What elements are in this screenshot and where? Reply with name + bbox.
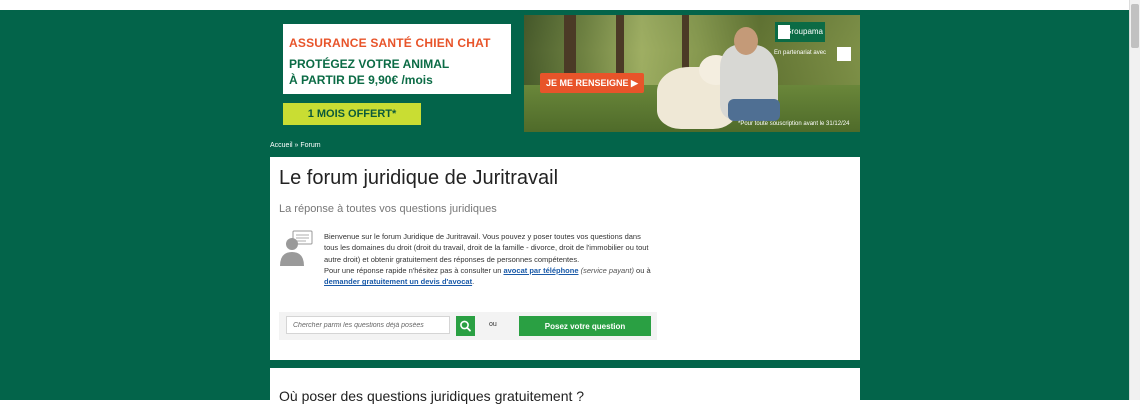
intro-text: Bienvenue sur le forum Juridique de Juri…	[324, 231, 654, 287]
ad-subtitle-line2: À PARTIR DE 9,90€ /mois	[289, 73, 433, 87]
man-head	[734, 27, 758, 55]
ad-text-panel[interactable]: ASSURANCE SANTÉ CHIEN CHAT PROTÉGEZ VOTR…	[283, 24, 511, 94]
breadcrumb: Accueil » Forum	[270, 142, 321, 149]
ask-question-button[interactable]: Posez votre question	[519, 316, 651, 336]
page-subtitle: La réponse à toutes vos questions juridi…	[279, 203, 497, 215]
ad-subtitle-line1: PROTÉGEZ VOTRE ANIMAL	[289, 57, 450, 71]
groupama-logo: Groupama	[775, 22, 825, 42]
search-icon	[460, 320, 471, 332]
ad-cta-button[interactable]: JE ME RENSEIGNE ▶	[540, 73, 644, 93]
ad-fine-print: *Pour toute souscription avant le 31/12/…	[738, 121, 850, 127]
breadcrumb-home-link[interactable]: Accueil	[270, 142, 293, 149]
scrollbar-thumb[interactable]	[1131, 4, 1139, 48]
intro-paragraph-1: Bienvenue sur le forum Juridique de Juri…	[324, 232, 649, 264]
man-jeans	[728, 99, 780, 121]
intro-p2-end: .	[472, 277, 475, 287]
user-question-icon	[280, 230, 313, 266]
ad-photo[interactable]: JE ME RENSEIGNE ▶ Groupama En partenaria…	[524, 15, 860, 132]
partner-logo-icon	[837, 47, 851, 61]
forum-intro-card: Le forum juridique de Juritravail La rép…	[270, 157, 860, 360]
ad-subtitle: PROTÉGEZ VOTRE ANIMAL À PARTIR DE 9,90€ …	[289, 56, 449, 88]
intro-p2-mid: ou à	[633, 265, 651, 275]
scrollbar[interactable]	[1129, 0, 1140, 400]
page-title: Le forum juridique de Juritravail	[279, 167, 559, 189]
paid-service-note: (service payant)	[580, 265, 634, 275]
section-title: Où poser des questions juridiques gratui…	[279, 388, 585, 404]
search-input[interactable]	[286, 316, 450, 334]
search-button[interactable]	[456, 316, 475, 336]
groupama-logo-icon	[778, 25, 790, 39]
free-questions-card: Où poser des questions juridiques gratui…	[270, 368, 860, 408]
phone-lawyer-link[interactable]: avocat par téléphone	[503, 266, 578, 275]
lawyer-quote-link[interactable]: demander gratuitement un devis d'avocat	[324, 277, 472, 286]
browser-top-strip	[0, 0, 1140, 10]
intro-p2-before: Pour une réponse rapide n'hésitez pas à …	[324, 265, 504, 275]
ad-partner-text: En partenariat avec	[774, 50, 827, 56]
groupama-logo-text: Groupama	[785, 27, 823, 36]
ad-offer-badge[interactable]: 1 MOIS OFFERT*	[283, 103, 421, 125]
ad-title: ASSURANCE SANTÉ CHIEN CHAT	[289, 36, 491, 50]
or-label: ou	[489, 321, 497, 328]
search-bar: ou Posez votre question	[279, 312, 657, 340]
breadcrumb-current: Forum	[300, 142, 321, 149]
